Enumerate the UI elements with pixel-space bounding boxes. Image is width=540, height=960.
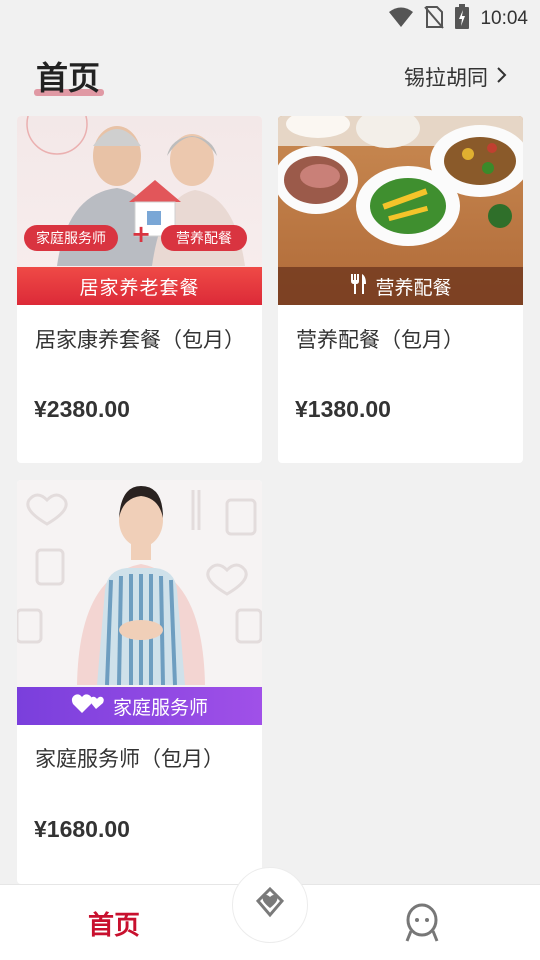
banner-label: 家庭服务师	[112, 696, 208, 719]
product-card-nutrition[interactable]: 营养配餐 营养配餐（包月） ¥1380.00	[278, 116, 523, 463]
bottom-tab-bar: 首页	[0, 867, 540, 960]
header: 首页 锡拉胡同	[0, 40, 540, 116]
center-action-button[interactable]	[232, 867, 308, 943]
wifi-icon	[388, 6, 414, 32]
battery-charging-icon	[454, 4, 470, 34]
tag-nutrition: 营养配餐	[161, 225, 247, 251]
banner-label: 营养配餐	[375, 276, 452, 299]
status-time: 10:04	[480, 8, 528, 29]
product-grid: 家庭服务师 + 营养配餐 居家养老套餐 居家康养套餐（包月） ¥2380.00	[0, 116, 540, 884]
location-label: 锡拉胡同	[404, 66, 488, 90]
product-card-home-care[interactable]: 家庭服务师 + 营养配餐 居家养老套餐 居家康养套餐（包月） ¥2380.00	[17, 116, 262, 463]
tag-home-service: 家庭服务师	[24, 225, 118, 251]
chevron-right-icon	[496, 65, 508, 89]
product-image-meal: 营养配餐	[278, 116, 523, 305]
product-price: ¥1680.00	[34, 816, 130, 842]
product-name: 家庭服务师（包月）	[35, 747, 224, 771]
card-banner: 营养配餐	[278, 267, 523, 305]
heart-hands-icon	[252, 885, 288, 925]
product-name: 营养配餐（包月）	[296, 328, 464, 352]
location-selector[interactable]: 锡拉胡同	[404, 62, 508, 92]
card-banner: 居家养老套餐	[17, 267, 262, 305]
product-card-housekeeper[interactable]: 家庭服务师 家庭服务师（包月） ¥1680.00	[17, 480, 262, 884]
card-banner: 家庭服务师	[17, 687, 262, 725]
status-bar: 10:04	[0, 0, 540, 40]
page-title: 首页	[36, 59, 101, 97]
product-image-elderly-couple: 家庭服务师 + 营养配餐 居家养老套餐	[17, 116, 262, 305]
tab-profile[interactable]	[405, 903, 439, 947]
product-price: ¥2380.00	[34, 396, 130, 422]
product-image-housekeeper: 家庭服务师	[17, 480, 262, 725]
plus-icon: +	[131, 220, 152, 248]
hearts-icon	[71, 693, 105, 720]
profile-face-icon	[405, 903, 439, 947]
banner-label: 居家养老套餐	[79, 276, 200, 299]
tab-home[interactable]: 首页	[88, 905, 140, 942]
product-price: ¥1380.00	[295, 396, 391, 422]
product-name: 居家康养套餐（包月）	[35, 328, 245, 352]
fork-knife-icon	[349, 273, 367, 299]
no-sim-icon	[424, 5, 445, 33]
